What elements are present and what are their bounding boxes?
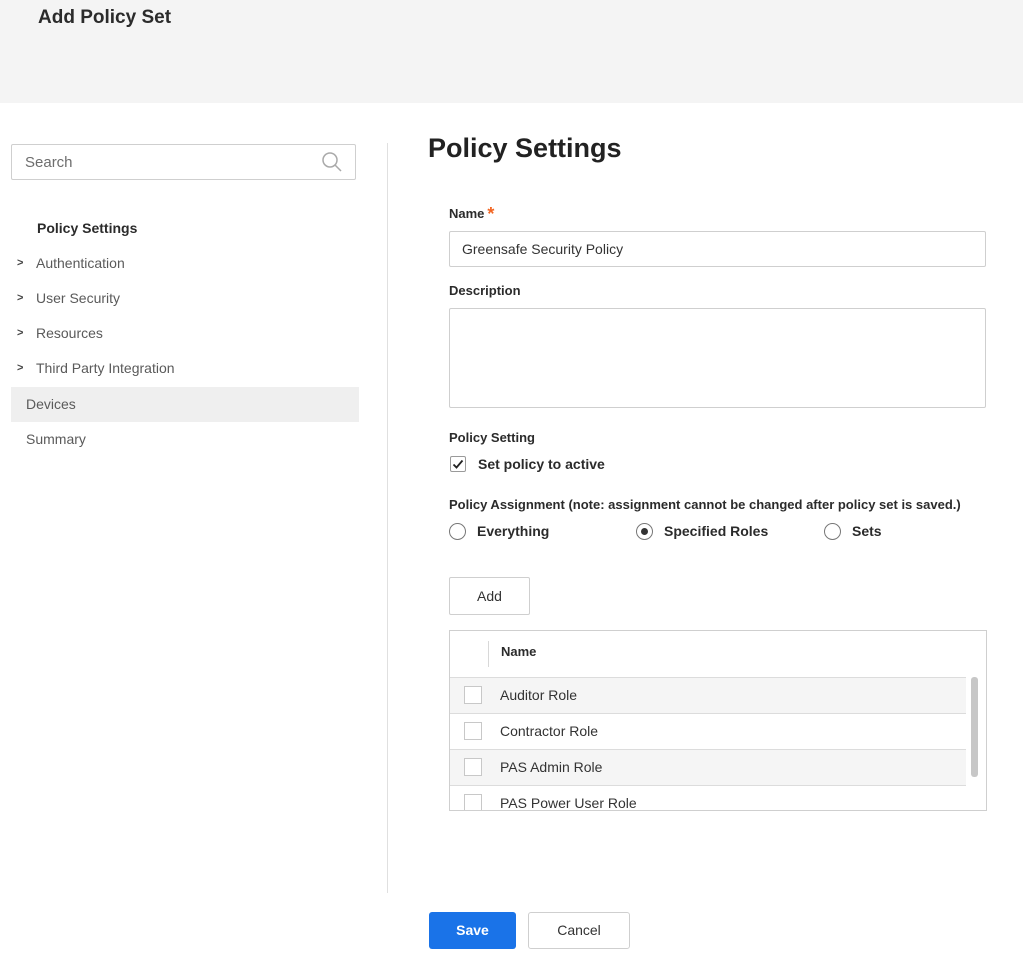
description-textarea[interactable] bbox=[450, 309, 985, 407]
page-header: Add Policy Set bbox=[0, 0, 1023, 103]
row-role-name: Auditor Role bbox=[500, 687, 578, 703]
required-indicator: * bbox=[487, 204, 495, 224]
radio-label: Sets bbox=[852, 523, 882, 539]
sidebar-item-user-security[interactable]: > User Security bbox=[11, 281, 359, 316]
radio-button[interactable] bbox=[449, 523, 466, 540]
sidebar-item-label: Devices bbox=[26, 396, 76, 412]
search-icon[interactable] bbox=[321, 151, 343, 173]
sidebar-item-third-party-integration[interactable]: > Third Party Integration bbox=[11, 351, 359, 386]
row-checkbox[interactable] bbox=[464, 758, 482, 776]
row-role-name: PAS Admin Role bbox=[500, 759, 603, 775]
chevron-right-icon: > bbox=[17, 362, 24, 374]
table-scrollbar[interactable] bbox=[971, 677, 978, 777]
row-checkbox[interactable] bbox=[464, 722, 482, 740]
row-role-name: Contractor Role bbox=[500, 723, 599, 739]
search-input[interactable] bbox=[12, 145, 325, 179]
name-field[interactable] bbox=[449, 231, 986, 267]
active-checkbox-label: Set policy to active bbox=[478, 456, 605, 472]
active-checkbox[interactable] bbox=[450, 456, 466, 472]
chevron-right-icon: > bbox=[17, 257, 24, 269]
sidebar-item-authentication[interactable]: > Authentication bbox=[11, 246, 359, 281]
description-label: Description bbox=[449, 283, 521, 298]
radio-button[interactable] bbox=[824, 523, 841, 540]
section-title: Policy Settings bbox=[428, 133, 622, 163]
row-checkbox[interactable] bbox=[464, 686, 482, 704]
table-row[interactable]: Auditor Role bbox=[450, 677, 966, 713]
sidebar-item-devices[interactable]: Devices bbox=[11, 387, 359, 422]
save-button[interactable]: Save bbox=[429, 912, 516, 949]
radio-selected-dot bbox=[641, 528, 648, 535]
sidebar-item-label: Authentication bbox=[36, 255, 125, 271]
roles-table: Name Auditor Role Contractor Role PAS Ad… bbox=[449, 630, 987, 811]
sidebar-heading-policy-settings[interactable]: Policy Settings bbox=[37, 220, 137, 236]
table-row[interactable]: PAS Power User Role bbox=[450, 785, 966, 811]
description-field[interactable] bbox=[449, 308, 986, 408]
checkmark-icon bbox=[452, 459, 464, 469]
assignment-label: Policy Assignment (note: assignment cann… bbox=[449, 497, 961, 512]
chevron-right-icon: > bbox=[17, 327, 24, 339]
add-role-button[interactable]: Add bbox=[449, 577, 530, 615]
sidebar-item-resources[interactable]: > Resources bbox=[11, 316, 359, 351]
sidebar-item-label: User Security bbox=[36, 290, 121, 306]
name-label: Name * bbox=[449, 204, 495, 224]
row-checkbox[interactable] bbox=[464, 794, 482, 810]
sidebar-item-label: Summary bbox=[26, 431, 86, 447]
page-title: Add Policy Set bbox=[38, 7, 172, 28]
radio-label: Specified Roles bbox=[664, 523, 769, 539]
table-row[interactable]: Contractor Role bbox=[450, 713, 966, 749]
table-row[interactable]: PAS Admin Role bbox=[450, 749, 966, 785]
sidebar-item-label: Third Party Integration bbox=[36, 360, 175, 376]
chevron-right-icon: > bbox=[17, 292, 24, 304]
cancel-button[interactable]: Cancel bbox=[528, 912, 630, 949]
radio-label: Everything bbox=[477, 523, 550, 539]
radio-button[interactable] bbox=[636, 523, 653, 540]
search-field[interactable] bbox=[11, 144, 356, 180]
policy-setting-label: Policy Setting bbox=[449, 430, 535, 445]
column-header-name[interactable]: Name bbox=[501, 644, 536, 659]
vertical-divider bbox=[387, 143, 388, 893]
name-input[interactable] bbox=[450, 232, 985, 266]
sidebar-item-label: Resources bbox=[36, 325, 103, 341]
row-role-name: PAS Power User Role bbox=[500, 795, 637, 811]
sidebar-item-summary[interactable]: Summary bbox=[11, 422, 359, 457]
column-divider bbox=[488, 641, 489, 667]
